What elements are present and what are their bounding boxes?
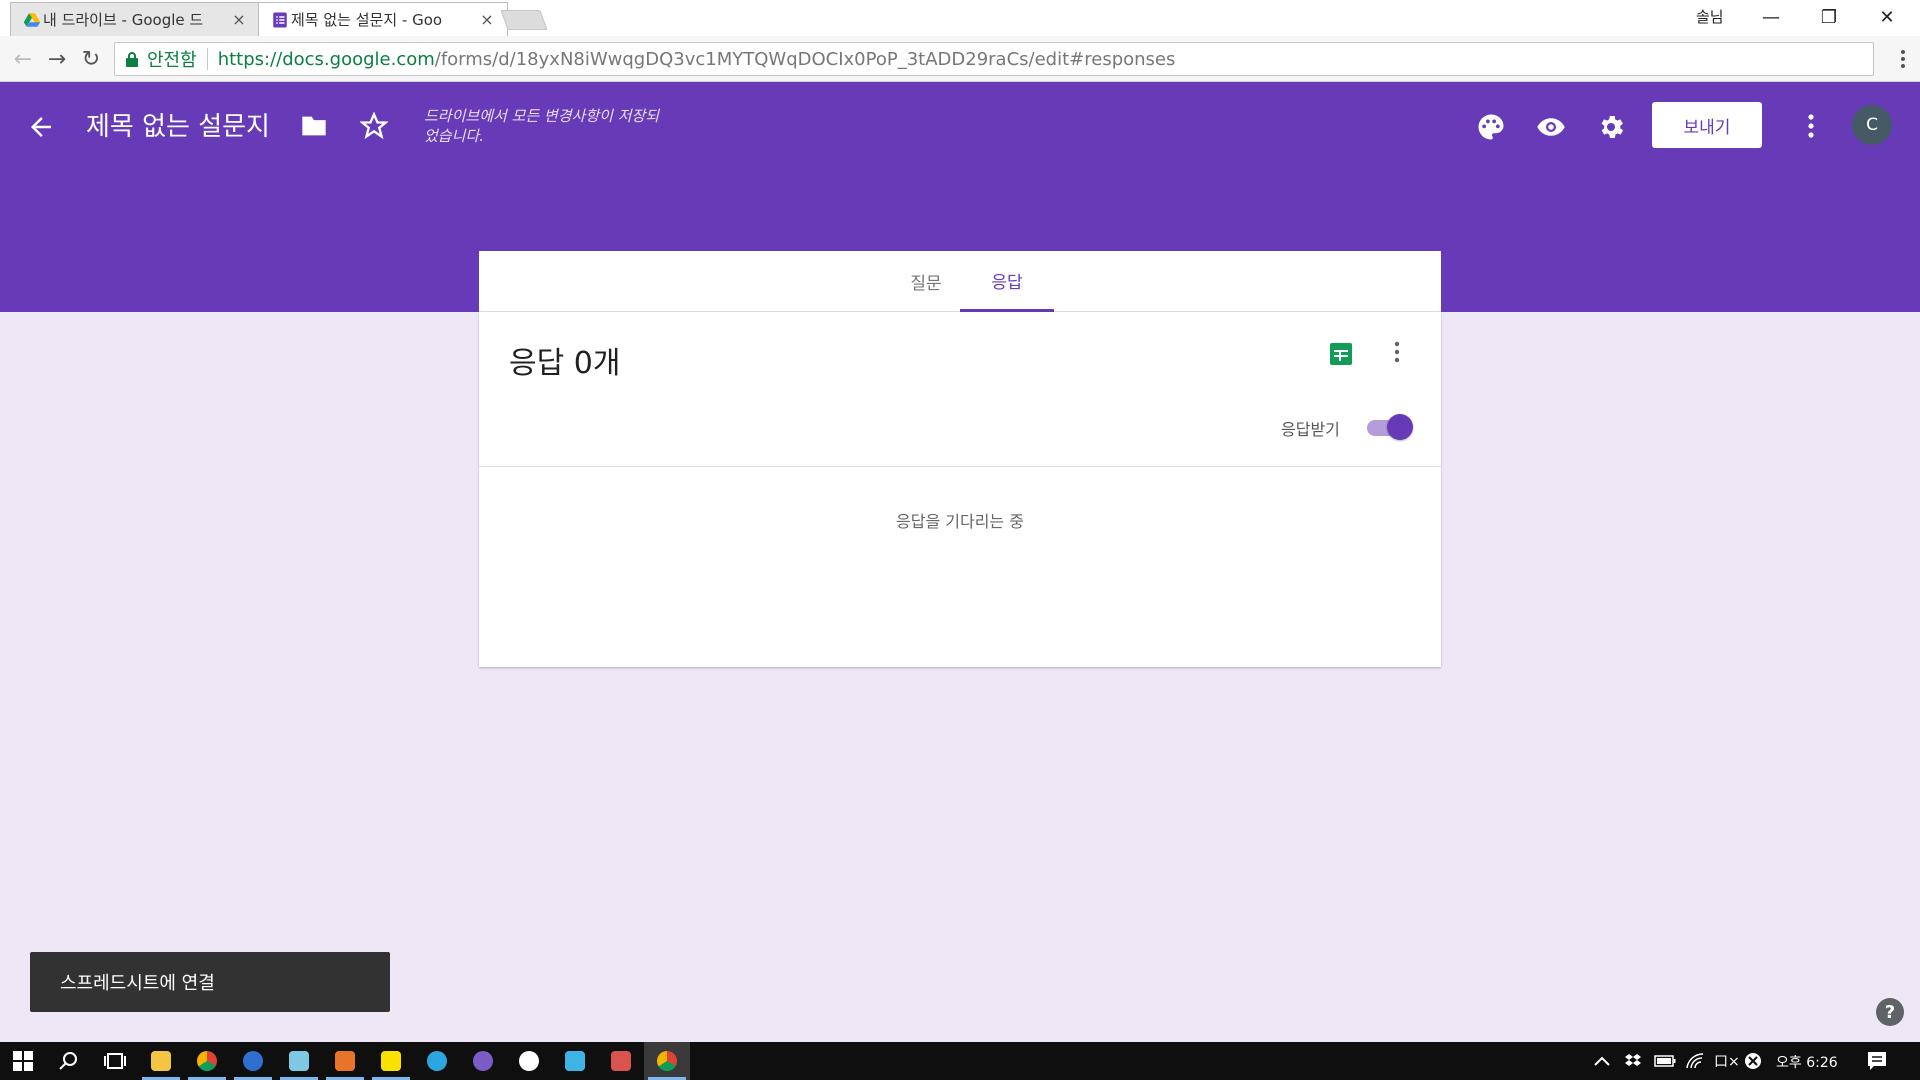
taskbar: 口× 오후 6:26 bbox=[0, 1042, 1920, 1080]
browser-tab-forms[interactable]: 제목 없는 설문지 - Goo × bbox=[258, 2, 508, 36]
file-explorer-icon[interactable] bbox=[138, 1042, 184, 1080]
address-bar: ← → ↻ 안전함 https://docs.google.com/forms/… bbox=[0, 36, 1920, 82]
close-window-icon[interactable]: ✕ bbox=[1858, 0, 1916, 34]
minimize-icon[interactable]: — bbox=[1742, 0, 1800, 34]
battery-icon[interactable] bbox=[1654, 1042, 1676, 1080]
telegram-icon[interactable] bbox=[414, 1042, 460, 1080]
app-white-icon[interactable] bbox=[506, 1042, 552, 1080]
star-icon[interactable] bbox=[360, 112, 388, 140]
new-tab-button[interactable] bbox=[500, 10, 548, 30]
divider bbox=[206, 48, 208, 70]
save-status: 드라이브에서 모든 변경사항이 저장되었습니다. bbox=[424, 107, 660, 145]
tab-responses[interactable]: 응답 bbox=[960, 251, 1054, 312]
browser-tab-drive[interactable]: 내 드라이브 - Google 드 × bbox=[10, 2, 260, 36]
browser-menu-icon[interactable] bbox=[1900, 49, 1906, 69]
app-purple-icon[interactable] bbox=[460, 1042, 506, 1080]
app-kakao-icon[interactable] bbox=[552, 1042, 598, 1080]
action-center-icon[interactable] bbox=[1866, 1050, 1888, 1072]
snackbar: 스프레드시트에 연결 bbox=[30, 952, 390, 1012]
taskbar-clock[interactable]: 오후 6:26 bbox=[1776, 1052, 1838, 1072]
account-avatar[interactable]: C bbox=[1852, 105, 1892, 145]
tab-questions[interactable]: 질문 bbox=[879, 251, 973, 312]
search-icon[interactable] bbox=[46, 1042, 92, 1080]
tab-close-icon[interactable]: × bbox=[231, 10, 247, 29]
preview-eye-icon[interactable] bbox=[1536, 112, 1566, 142]
app-red-icon[interactable] bbox=[598, 1042, 644, 1080]
help-button[interactable]: ? bbox=[1876, 998, 1904, 1026]
settings-gear-icon[interactable] bbox=[1596, 112, 1626, 142]
wifi-icon[interactable] bbox=[1686, 1042, 1704, 1080]
url-domain: https://docs.google.com bbox=[217, 48, 435, 70]
palette-icon[interactable] bbox=[1476, 112, 1506, 142]
dropbox-icon[interactable] bbox=[1624, 1042, 1642, 1080]
snackbar-text: 스프레드시트에 연결 bbox=[60, 973, 215, 994]
response-count: 응답 0개 bbox=[509, 346, 621, 381]
responses-more-icon[interactable] bbox=[1393, 340, 1401, 364]
accepting-responses-toggle[interactable] bbox=[1365, 414, 1413, 440]
divider bbox=[479, 466, 1441, 467]
kakaotalk-icon[interactable] bbox=[368, 1042, 414, 1080]
app-blue-icon[interactable] bbox=[230, 1042, 276, 1080]
forward-icon[interactable]: → bbox=[44, 46, 70, 72]
form-title[interactable]: 제목 없는 설문지 bbox=[86, 106, 270, 143]
notification-x-icon[interactable] bbox=[1744, 1042, 1762, 1080]
waiting-message: 응답을 기다리는 중 bbox=[896, 512, 1024, 531]
browser-tab-title: 내 드라이브 - Google 드 bbox=[43, 11, 204, 29]
restore-icon[interactable]: ❐ bbox=[1800, 0, 1858, 34]
responses-card: 응답 0개 응답받기 응답을 기다리는 중 bbox=[479, 312, 1441, 667]
google-forms-icon bbox=[273, 12, 287, 28]
browser-tab-title: 제목 없는 설문지 - Goo bbox=[291, 11, 443, 29]
reload-icon[interactable]: ↻ bbox=[78, 46, 104, 72]
secure-label: 안전함 bbox=[147, 50, 197, 71]
volume-muted-icon[interactable]: 口× bbox=[1714, 1042, 1740, 1080]
visual-studio-icon[interactable] bbox=[322, 1042, 368, 1080]
start-icon[interactable] bbox=[0, 1042, 46, 1080]
tab-close-icon[interactable]: × bbox=[479, 10, 495, 29]
form-tab-bar: 질문 응답 bbox=[479, 251, 1441, 312]
accepting-responses-label: 응답받기 bbox=[1281, 420, 1340, 439]
chrome-active-icon[interactable] bbox=[644, 1042, 690, 1080]
toggle-thumb bbox=[1387, 414, 1413, 440]
tray-chevron-icon[interactable] bbox=[1594, 1042, 1610, 1080]
url-path: /forms/d/18yxN8iWwqgDQ3vc1MYTQWqDOCIx0Po… bbox=[434, 48, 1176, 70]
back-icon[interactable]: ← bbox=[10, 46, 36, 72]
send-button[interactable]: 보내기 bbox=[1652, 102, 1762, 148]
profile-name[interactable]: 솔님 bbox=[1696, 6, 1724, 27]
more-options-icon[interactable] bbox=[1806, 112, 1816, 140]
chrome-icon[interactable] bbox=[184, 1042, 230, 1080]
folder-icon[interactable] bbox=[300, 114, 328, 138]
url-input[interactable]: 안전함 https://docs.google.com/forms/d/18yx… bbox=[114, 42, 1874, 76]
back-arrow-icon[interactable] bbox=[26, 112, 56, 142]
spreadsheet-icon[interactable] bbox=[1329, 342, 1353, 366]
task-view-icon[interactable] bbox=[92, 1042, 138, 1080]
notepad-icon[interactable] bbox=[276, 1042, 322, 1080]
google-drive-icon bbox=[23, 13, 41, 27]
lock-icon bbox=[126, 52, 138, 67]
browser-tab-strip: 내 드라이브 - Google 드 × 제목 없는 설문지 - Goo × 솔님… bbox=[0, 0, 1920, 36]
